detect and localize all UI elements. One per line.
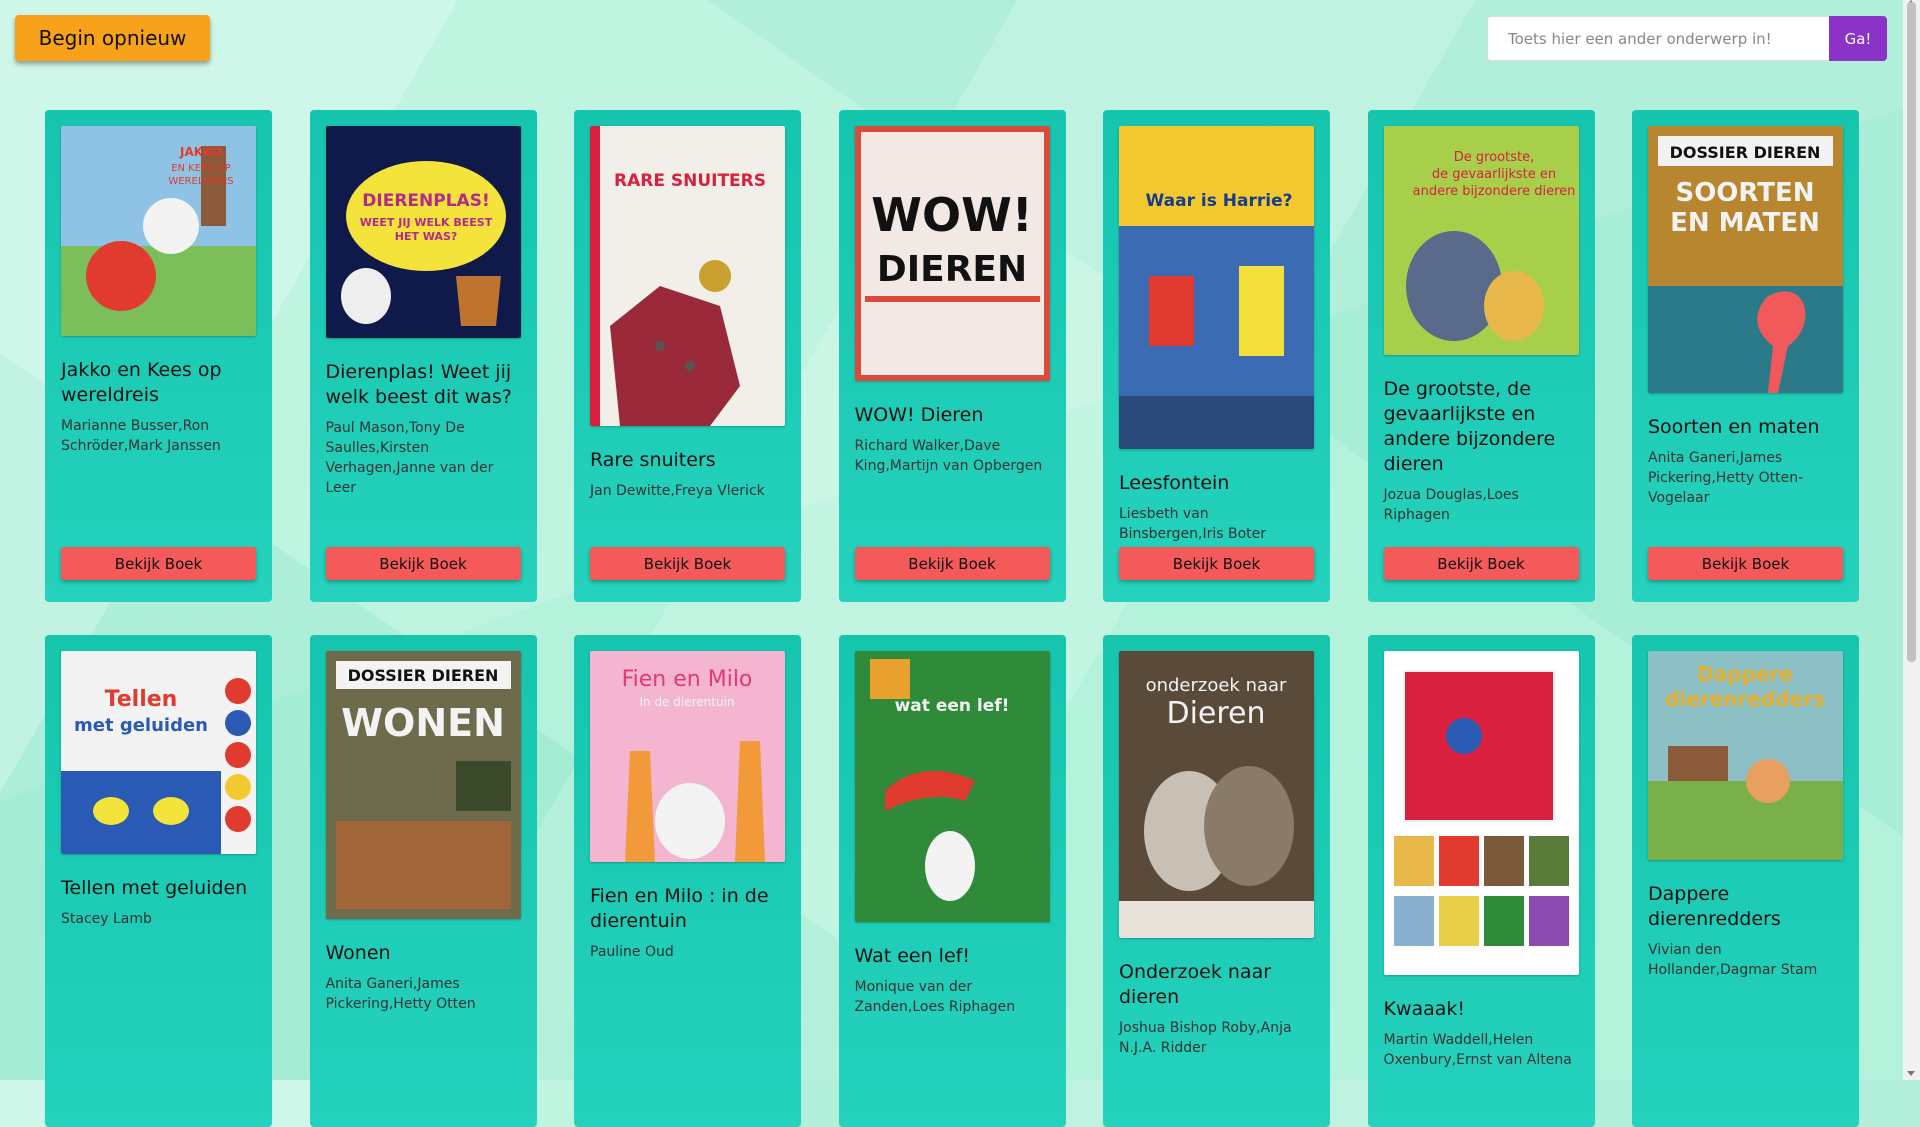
svg-text:DOSSIER DIEREN: DOSSIER DIEREN	[347, 666, 498, 685]
book-card: wat een lef! Wat een lef! Monique van de…	[838, 635, 1066, 1127]
book-authors: Liesbeth van Binsbergen,Iris Boter	[1119, 506, 1267, 542]
book-card: DIERENPLAS! WEET JIJ WELK BEEST HET WAS?…	[309, 110, 537, 602]
book-cover[interactable]: RARE SNUITERS	[590, 126, 785, 426]
book-title: Dierenplas! Weet jij welk beest dit was?	[325, 361, 512, 408]
book-card: Fien en Milo In de dierentuin Fien en Mi…	[574, 635, 801, 1127]
book-cover[interactable]: Waar is Harrie?	[1119, 126, 1314, 449]
book-authors: Jan Dewitte,Freya Vlerick	[590, 483, 765, 499]
book-cover[interactable]: DOSSIER DIEREN SOORTEN EN MATEN	[1648, 126, 1843, 393]
view-book-button[interactable]: Bekijk Boek	[1648, 547, 1843, 580]
book-title: Onderzoek naar dieren	[1119, 961, 1272, 1008]
book-card: Kwaaak! Martin Waddell,Helen Oxenbury,Er…	[1367, 635, 1595, 1127]
book-cover[interactable]: Tellen met geluiden	[61, 651, 256, 854]
view-book-button[interactable]: Bekijk Boek	[325, 547, 521, 580]
svg-text:De grootste,: De grootste,	[1453, 150, 1533, 165]
book-authors: Richard Walker,Dave King,Martijn van Opb…	[854, 438, 1043, 474]
svg-text:Dappere: Dappere	[1697, 662, 1793, 686]
book-authors: Stacey Lamb	[61, 911, 152, 927]
book-cover[interactable]: wat een lef!	[854, 651, 1050, 922]
search-bar: Ga!	[1487, 16, 1887, 61]
book-authors: Vivian den Hollander,Dagmar Stam	[1648, 942, 1818, 978]
book-authors: Anita Ganeri,James Pickering,Hetty Otten	[325, 976, 476, 1012]
book-title: Jakko en Kees op wereldreis	[61, 359, 222, 406]
book-title: Kwaaak!	[1383, 998, 1466, 1020]
book-authors: Martin Waddell,Helen Oxenbury,Ernst van …	[1383, 1032, 1572, 1068]
book-title: Wonen	[325, 942, 391, 964]
book-title: WOW! Dieren	[854, 404, 984, 426]
svg-text:Fien en Milo: Fien en Milo	[622, 667, 753, 692]
scrollbar[interactable]	[1903, 0, 1920, 1080]
view-book-button[interactable]: Bekijk Boek	[590, 547, 785, 580]
book-card: onderzoek naar Dieren Onderzoek naar die…	[1103, 635, 1330, 1127]
svg-text:JAKKO: JAKKO	[179, 145, 222, 159]
scroll-thumb[interactable]	[1907, 2, 1916, 662]
book-card: DOSSIER DIEREN WONEN Wonen Anita Ganeri,…	[309, 635, 537, 1127]
svg-text:HET WAS?: HET WAS?	[394, 230, 457, 243]
svg-text:de gevaarlijkste en: de gevaarlijkste en	[1431, 167, 1555, 182]
view-book-button[interactable]: Bekijk Boek	[854, 547, 1050, 580]
book-cover[interactable]: De grootste, de gevaarlijkste en andere …	[1383, 126, 1579, 355]
view-book-button[interactable]: Bekijk Boek	[1383, 547, 1579, 580]
book-cover[interactable]	[1383, 651, 1579, 975]
search-input[interactable]	[1487, 16, 1829, 61]
svg-text:SOORTEN: SOORTEN	[1675, 178, 1814, 208]
book-title: Leesfontein	[1119, 472, 1230, 494]
book-card: Tellen met geluiden Tellen met geluiden …	[45, 635, 272, 1127]
svg-text:EN MATEN: EN MATEN	[1670, 208, 1820, 238]
svg-text:WOW!: WOW!	[871, 188, 1033, 242]
svg-text:DIERENPLAS!: DIERENPLAS!	[362, 191, 489, 211]
book-card: DOSSIER DIEREN SOORTEN EN MATEN Soorten …	[1632, 110, 1859, 602]
svg-text:EN KEES OP: EN KEES OP	[171, 163, 231, 174]
svg-text:wat een lef!: wat een lef!	[894, 696, 1009, 716]
book-authors: Joshua Bishop Roby,Anja N.J.A. Ridder	[1119, 1020, 1292, 1056]
book-title: Wat een lef!	[854, 945, 970, 967]
book-authors: Pauline Oud	[590, 944, 674, 960]
book-authors: Paul Mason,Tony De Saulles,Kirsten Verha…	[325, 420, 494, 496]
book-authors: Jozua Douglas,Loes Riphagen	[1383, 487, 1519, 523]
book-card: Dappere dierenredders Dappere dierenredd…	[1632, 635, 1859, 1127]
book-title: Soorten en maten	[1648, 416, 1820, 438]
book-cover[interactable]: DOSSIER DIEREN WONEN	[325, 651, 521, 919]
svg-text:dierenredders: dierenredders	[1665, 687, 1825, 711]
svg-text:Tellen: Tellen	[105, 687, 178, 712]
book-cover[interactable]: Dappere dierenredders	[1648, 651, 1843, 860]
book-cover[interactable]: WOW! DIEREN	[854, 126, 1050, 381]
svg-text:andere bijzondere dieren: andere bijzondere dieren	[1412, 184, 1575, 199]
book-cover[interactable]: onderzoek naar Dieren	[1119, 651, 1314, 938]
svg-text:WEET JIJ WELK BEEST: WEET JIJ WELK BEEST	[359, 216, 492, 229]
book-grid: JAKKO EN KEES OP WERELDREIS Jakko en Kee…	[45, 110, 1859, 1127]
book-cover[interactable]: JAKKO EN KEES OP WERELDREIS	[61, 126, 256, 336]
book-authors: Anita Ganeri,James Pickering,Hetty Otten…	[1648, 450, 1804, 506]
book-title: Rare snuiters	[590, 449, 716, 471]
svg-text:In de dierentuin: In de dierentuin	[639, 695, 734, 709]
svg-text:RARE SNUITERS: RARE SNUITERS	[614, 171, 766, 191]
svg-text:Dieren: Dieren	[1166, 696, 1265, 731]
svg-text:Waar is Harrie?: Waar is Harrie?	[1146, 191, 1293, 211]
scroll-down-icon[interactable]	[1907, 1071, 1915, 1076]
svg-text:met geluiden: met geluiden	[74, 715, 208, 736]
book-authors: Monique van der Zanden,Loes Riphagen	[854, 979, 1016, 1015]
view-book-button[interactable]: Bekijk Boek	[61, 547, 256, 580]
book-authors: Marianne Busser,Ron Schröder,Mark Jansse…	[61, 418, 221, 454]
restart-button[interactable]: Begin opnieuw	[15, 15, 210, 61]
book-card: Waar is Harrie? Leesfontein Liesbeth van…	[1103, 110, 1330, 602]
book-card: RARE SNUITERS Rare snuiters Jan Dewitte,…	[574, 110, 801, 602]
svg-text:WERELDREIS: WERELDREIS	[168, 176, 233, 187]
search-go-button[interactable]: Ga!	[1829, 16, 1887, 61]
view-book-button[interactable]: Bekijk Boek	[1119, 547, 1314, 580]
book-title: De grootste, de gevaarlijkste en andere …	[1383, 378, 1556, 475]
svg-text:onderzoek naar: onderzoek naar	[1146, 675, 1287, 696]
svg-text:DOSSIER DIEREN: DOSSIER DIEREN	[1670, 143, 1821, 162]
book-cover[interactable]: DIERENPLAS! WEET JIJ WELK BEEST HET WAS?	[325, 126, 521, 338]
book-title: Dappere dierenredders	[1648, 883, 1781, 930]
svg-text:WONEN: WONEN	[341, 701, 505, 745]
book-title: Tellen met geluiden	[61, 877, 248, 899]
book-title: Fien en Milo : in de dierentuin	[590, 885, 769, 932]
book-card: WOW! DIEREN WOW! Dieren Richard Walker,D…	[838, 110, 1066, 602]
book-card: De grootste, de gevaarlijkste en andere …	[1367, 110, 1595, 602]
book-card: JAKKO EN KEES OP WERELDREIS Jakko en Kee…	[45, 110, 272, 602]
svg-text:DIEREN: DIEREN	[876, 249, 1026, 290]
book-cover[interactable]: Fien en Milo In de dierentuin	[590, 651, 785, 862]
